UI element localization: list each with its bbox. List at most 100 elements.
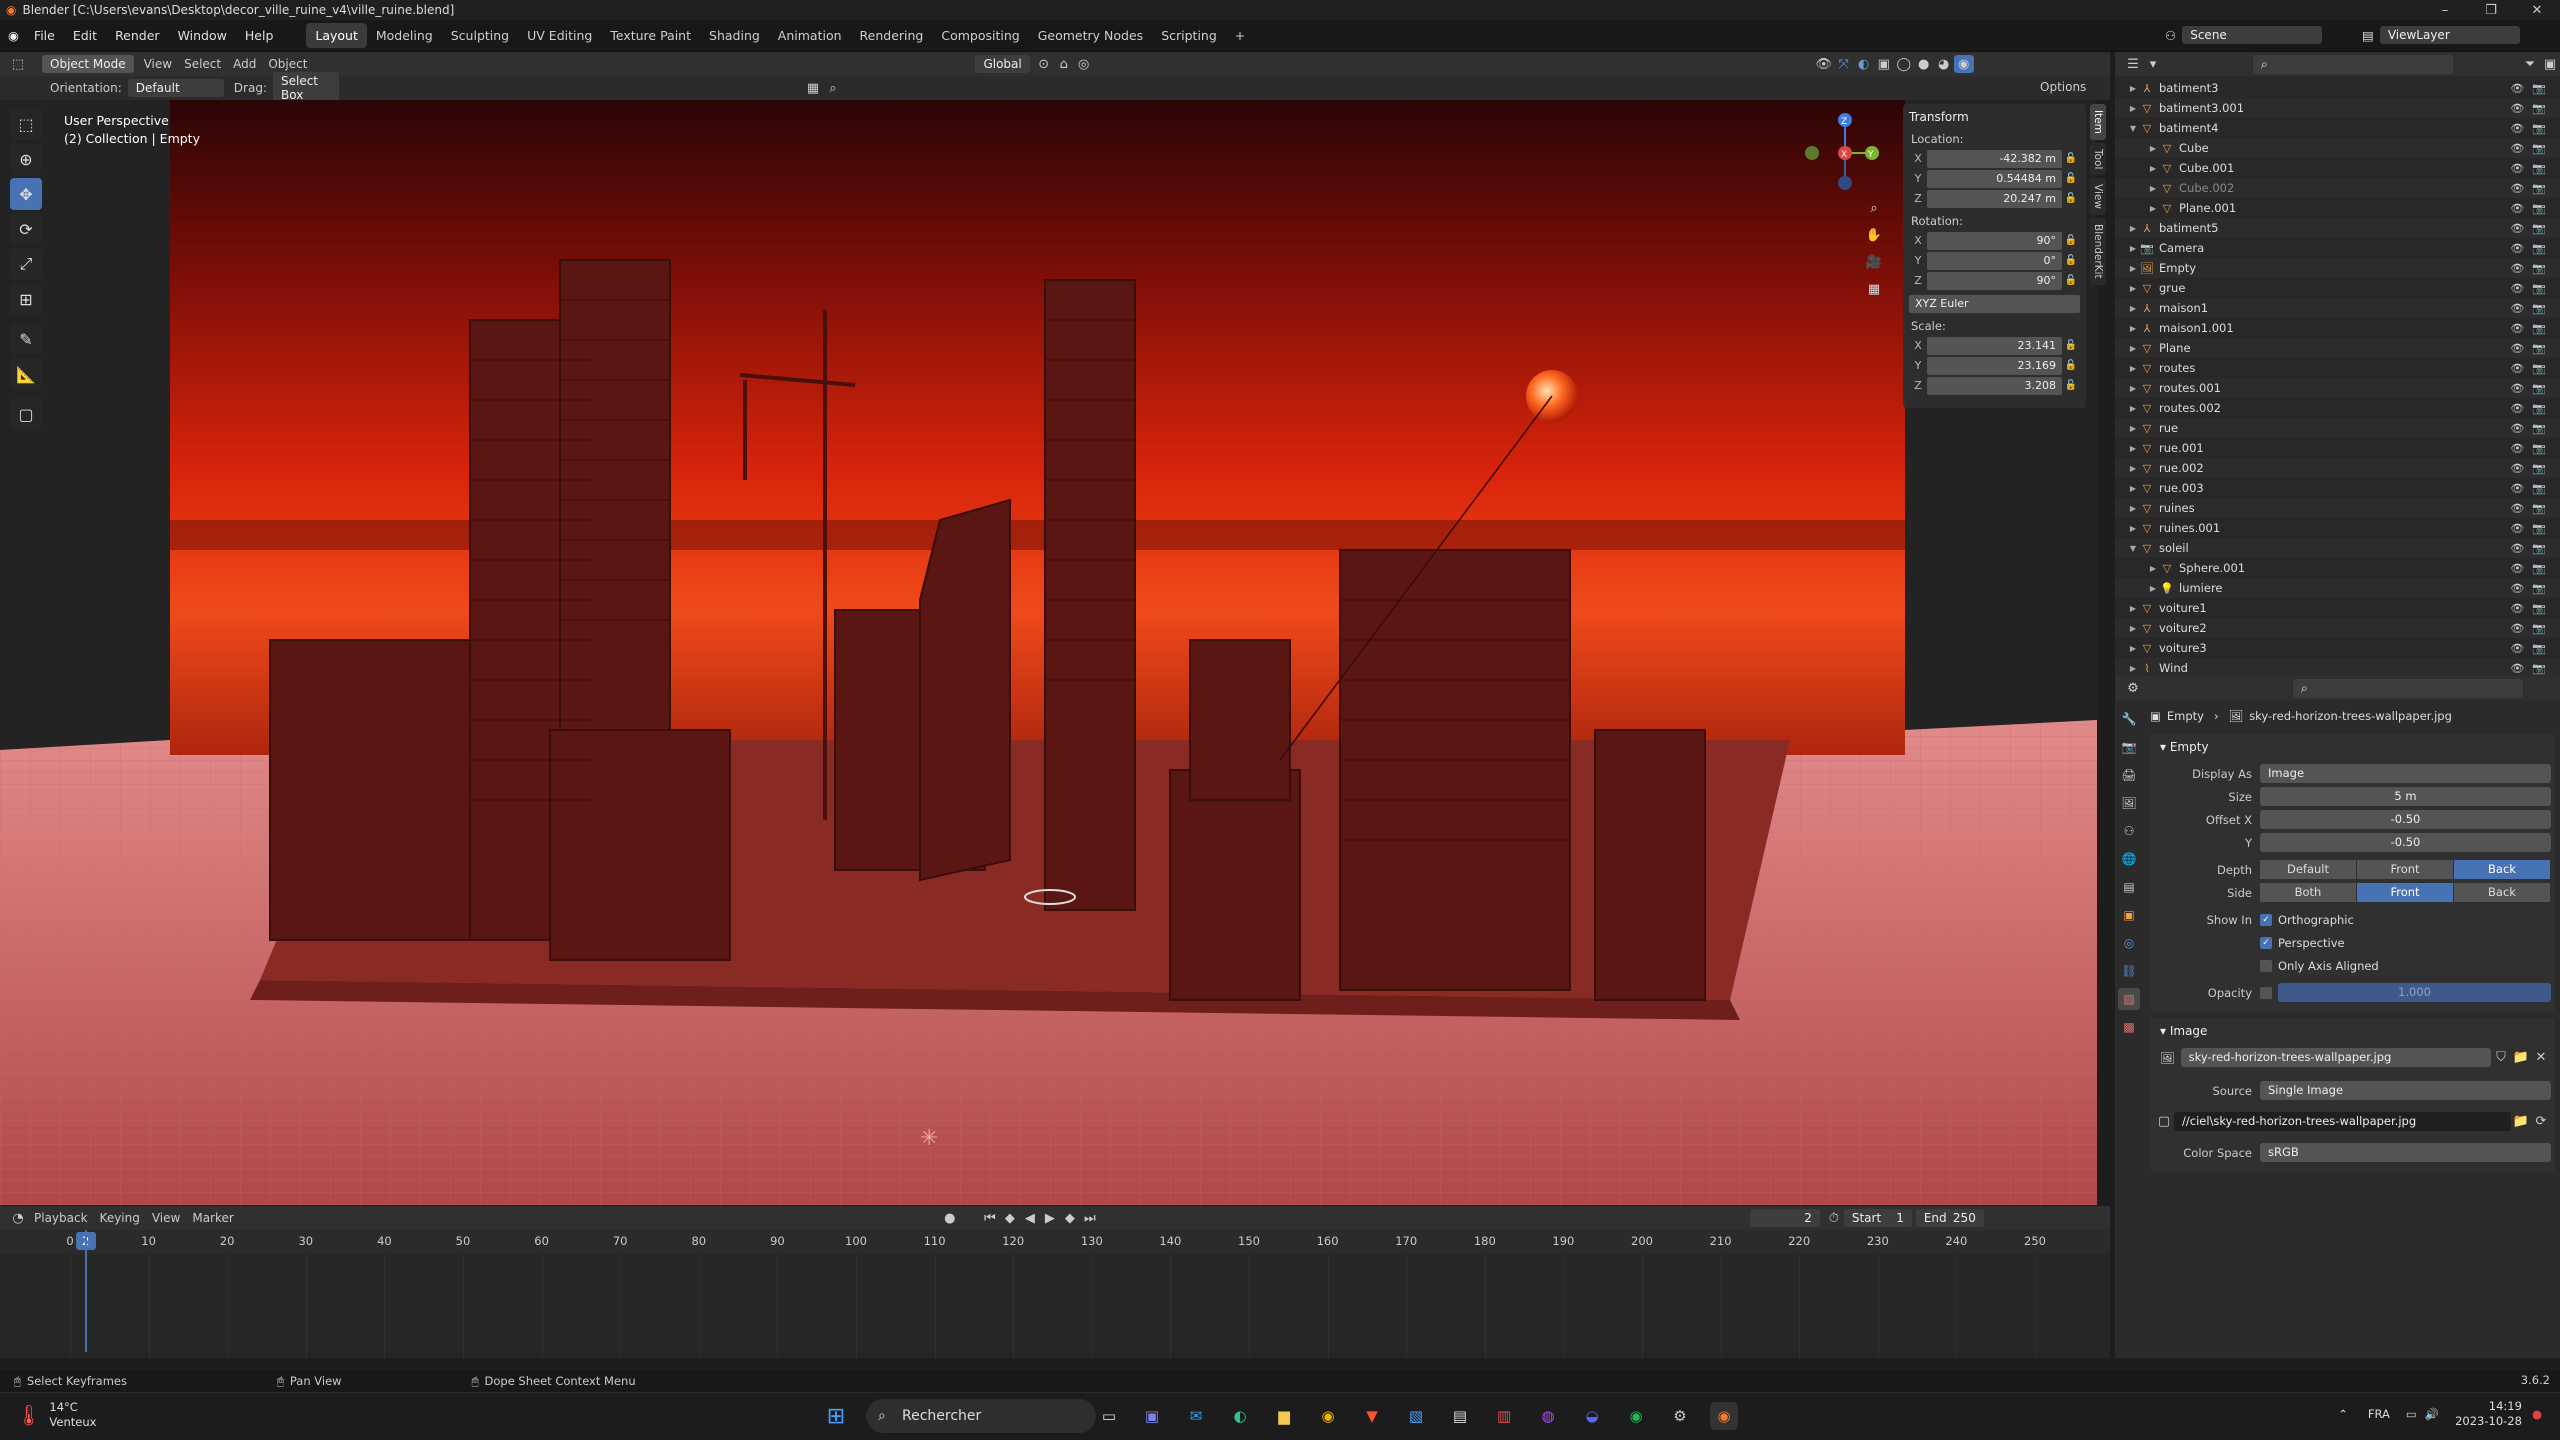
tab-geometry-nodes[interactable]: Geometry Nodes [1029, 23, 1152, 48]
menu-render[interactable]: Render [106, 28, 169, 43]
volume-icon[interactable]: 🔊 [2425, 1407, 2439, 1421]
lock-icon[interactable]: 🔓 [2062, 275, 2080, 286]
outliner-item[interactable]: ▼ ▽ soleil 👁📷 [2115, 538, 2560, 558]
play-reverse-icon[interactable]: ◀ [1020, 1209, 1040, 1227]
outliner-item[interactable]: ▶ ▽ grue 👁📷 [2115, 278, 2560, 298]
perspective-checkbox[interactable]: ✓ Perspective [2260, 936, 2345, 950]
blender-taskbar-icon[interactable]: ◉ [1710, 1402, 1738, 1430]
overlay-icon[interactable]: ◐ [1854, 55, 1874, 73]
visibility-toggle-icon[interactable]: 👁📷 [2510, 122, 2554, 135]
shading-solid-icon[interactable]: ● [1914, 55, 1934, 73]
new-collection-icon[interactable]: ▣ [2540, 55, 2560, 73]
scale-tool-icon[interactable]: ⤢ [10, 248, 42, 280]
expand-icon[interactable]: ▶ [2127, 444, 2139, 453]
expand-icon[interactable]: ▶ [2127, 104, 2139, 113]
visibility-toggle-icon[interactable]: 👁📷 [2510, 162, 2554, 175]
side-both-button[interactable]: Both [2260, 883, 2356, 902]
notification-icon[interactable]: ● [2532, 1407, 2542, 1421]
expand-icon[interactable]: ▶ [2127, 644, 2139, 653]
outliner-item[interactable]: ▶ ▽ routes 👁📷 [2115, 358, 2560, 378]
spotify-icon[interactable]: ◉ [1622, 1402, 1650, 1430]
expand-icon[interactable]: ▶ [2127, 464, 2139, 473]
rotation-y-field[interactable]: Y 0° 🔓 [1909, 251, 2080, 270]
expand-icon[interactable]: ▶ [2127, 264, 2139, 273]
shading-wireframe-icon[interactable]: ◯ [1894, 55, 1914, 73]
language-indicator[interactable]: FRA [2368, 1407, 2390, 1421]
timeline-editor-icon[interactable]: ◔ [8, 1209, 28, 1227]
office-icon[interactable]: ▥ [1490, 1402, 1518, 1430]
clock[interactable]: 14:19 2023-10-28 [2455, 1399, 2522, 1429]
add-cube-tool-icon[interactable]: ▢ [10, 398, 42, 430]
photos-icon[interactable]: ▧ [1402, 1402, 1430, 1430]
location-z-field[interactable]: Z 20.247 m 🔓 [1909, 189, 2080, 208]
render-props-icon[interactable]: 📷 [2118, 736, 2140, 758]
editor-type-icon[interactable]: ⬚ [8, 55, 28, 73]
messenger-icon[interactable]: ◍ [1534, 1402, 1562, 1430]
image-panel-title[interactable]: ▾ Image [2160, 1024, 2551, 1038]
orthographic-checkbox[interactable]: ✓ Orthographic [2260, 913, 2354, 927]
visibility-toggle-icon[interactable]: 👁📷 [2510, 562, 2554, 575]
unlink-image-icon[interactable]: ✕ [2531, 1049, 2551, 1067]
lock-icon[interactable]: 🔓 [2062, 193, 2080, 204]
menu-add[interactable]: Add [233, 57, 256, 71]
mode-selector[interactable]: Object Mode [42, 55, 134, 73]
mail-icon[interactable]: ✉ [1182, 1402, 1210, 1430]
outliner-item[interactable]: ▶ ▽ voiture2 👁📷 [2115, 618, 2560, 638]
texture-props-icon[interactable]: ▩ [2118, 1016, 2140, 1038]
expand-icon[interactable]: ▶ [2127, 504, 2139, 513]
rotation-x-field[interactable]: X 90° 🔓 [1909, 231, 2080, 250]
expand-icon[interactable]: ▶ [2127, 224, 2139, 233]
lock-icon[interactable]: 🔓 [2062, 340, 2080, 351]
expand-icon[interactable]: ▶ [2147, 164, 2159, 173]
scene-name-field[interactable]: Scene [2182, 26, 2323, 44]
rotation-z-field[interactable]: Z 90° 🔓 [1909, 271, 2080, 290]
outliner-item[interactable]: ▶ ▽ rue.003 👁📷 [2115, 478, 2560, 498]
tab-uv-editing[interactable]: UV Editing [518, 23, 601, 48]
size-field[interactable]: 5 m [2260, 787, 2551, 806]
play-icon[interactable]: ▶ [1040, 1209, 1060, 1227]
timeline-ruler[interactable]: 0 10 20 30 40 50 60 70 80 90 100 110 120 130 140 150 160… [0, 1230, 2110, 1254]
outliner-item[interactable]: ▶ ▽ voiture3 👁📷 [2115, 638, 2560, 658]
visibility-toggle-icon[interactable]: 👁📷 [2510, 222, 2554, 235]
pan-hand-icon[interactable]: ✋ [1862, 223, 1886, 247]
opacity-slider[interactable]: 1.000 [2278, 983, 2551, 1002]
visibility-toggle-icon[interactable]: 👁📷 [2510, 642, 2554, 655]
visibility-toggle-icon[interactable]: 👁📷 [2510, 322, 2554, 335]
tab-scripting[interactable]: Scripting [1152, 23, 1226, 48]
outliner-item[interactable]: ▶ ▽ rue 👁📷 [2115, 418, 2560, 438]
menu-keying[interactable]: Keying [100, 1211, 140, 1225]
expand-icon[interactable]: ▶ [2127, 304, 2139, 313]
scale-z-field[interactable]: Z 3.208 🔓 [1909, 376, 2080, 395]
visibility-toggle-icon[interactable]: 👁📷 [2510, 302, 2554, 315]
discord-icon[interactable]: ◒ [1578, 1402, 1606, 1430]
visibility-icon[interactable]: 👁 [1814, 55, 1834, 73]
location-x-field[interactable]: X -42.382 m 🔓 [1909, 149, 2080, 168]
expand-icon[interactable]: ▶ [2147, 204, 2159, 213]
visibility-toggle-icon[interactable]: 👁📷 [2510, 582, 2554, 595]
data-props-icon[interactable]: ▨ [2118, 988, 2140, 1010]
menu-file[interactable]: File [25, 28, 64, 43]
outliner-item[interactable]: ▶ ⅄ maison1 👁📷 [2115, 298, 2560, 318]
outliner-item[interactable]: ▶ ▽ routes.001 👁📷 [2115, 378, 2560, 398]
outliner-item[interactable]: ▶ ⅄ batiment5 👁📷 [2115, 218, 2560, 238]
menu-marker[interactable]: Marker [192, 1211, 233, 1225]
visibility-toggle-icon[interactable]: 👁📷 [2510, 402, 2554, 415]
output-props-icon[interactable]: 🖨 [2118, 764, 2140, 786]
measure-tool-icon[interactable]: 📐 [10, 358, 42, 390]
lock-icon[interactable]: 🔓 [2062, 153, 2080, 164]
visibility-toggle-icon[interactable]: 👁📷 [2510, 422, 2554, 435]
current-frame-field[interactable]: 2 [1749, 1209, 1820, 1227]
outliner-item[interactable]: ▶ ▽ ruines 👁📷 [2115, 498, 2560, 518]
add-workspace-icon[interactable]: + [1226, 23, 1254, 48]
tab-rendering[interactable]: Rendering [851, 23, 933, 48]
visibility-toggle-icon[interactable]: 👁📷 [2510, 542, 2554, 555]
camera-view-icon[interactable]: 🎥 [1862, 250, 1886, 274]
tab-animation[interactable]: Animation [769, 23, 851, 48]
outliner-item[interactable]: ▶ 💡 lumiere 👁📷 [2115, 578, 2560, 598]
chrome-icon[interactable]: ◉ [1314, 1402, 1342, 1430]
zoom-icon[interactable]: ⌕ [1862, 196, 1886, 220]
network-icon[interactable]: ▭ [2406, 1407, 2417, 1421]
search-icon[interactable]: ⌕ [823, 79, 843, 97]
visibility-toggle-icon[interactable]: 👁📷 [2510, 202, 2554, 215]
expand-icon[interactable]: ▶ [2127, 324, 2139, 333]
